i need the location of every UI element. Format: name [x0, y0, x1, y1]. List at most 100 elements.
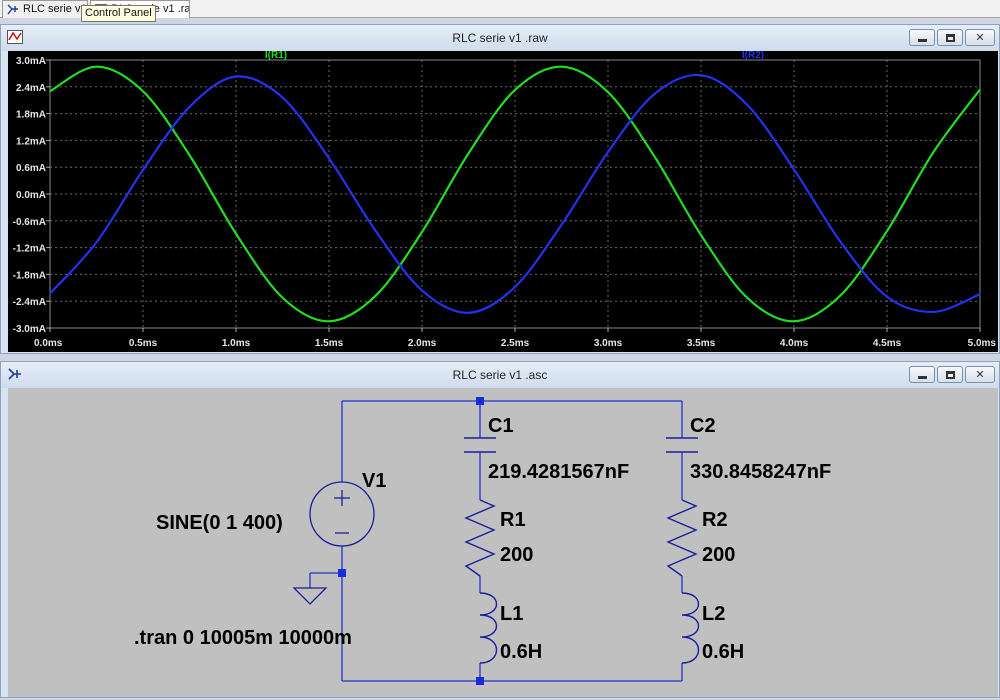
x-tick-label: 1.5ms [315, 338, 344, 349]
x-tick-label: 3.0ms [594, 338, 623, 349]
tab-label: RLC serie v1 .asc [23, 3, 87, 15]
data-point [793, 320, 795, 322]
tab-schematic[interactable]: RLC serie v1 .asc [2, 0, 88, 18]
maximize-icon [945, 370, 955, 379]
inductor-l1[interactable] [479, 592, 497, 664]
legend-label: I(R2) [742, 51, 764, 61]
close-button[interactable]: ✕ [965, 29, 995, 46]
wires [309, 400, 683, 682]
data-point [328, 157, 330, 159]
y-tick-label: 1.2mA [16, 136, 46, 147]
y-tick-label: -3.0mA [13, 324, 46, 335]
minimize-icon [917, 38, 927, 42]
data-point [839, 294, 842, 296]
spice-directive[interactable]: .tran 0 10005m 10000m [134, 627, 352, 649]
data-point [607, 91, 609, 93]
y-tick-label: 0.0mA [16, 190, 46, 201]
window-title: RLC serie v1 .asc [452, 368, 548, 382]
maximize-icon [945, 33, 955, 42]
capacitor-c2[interactable] [666, 437, 698, 453]
data-point [746, 297, 749, 299]
data-point [653, 155, 656, 158]
data-point [932, 151, 935, 153]
capacitor-c1[interactable] [464, 437, 496, 453]
l1-value: 0.6H [500, 641, 542, 663]
maximize-button[interactable] [937, 366, 963, 383]
resistor-r2[interactable] [666, 499, 698, 577]
x-tick-label: 4.0ms [780, 338, 809, 349]
ground-icon [292, 587, 328, 605]
minimize-button[interactable] [909, 366, 935, 383]
data-point [374, 295, 377, 297]
schematic-canvas[interactable]: V1 SINE(0 1 400) .tran 0 10005m 10000m C… [8, 388, 998, 697]
data-point [886, 296, 888, 298]
data-point [188, 106, 191, 108]
data-point [514, 89, 516, 91]
data-point [979, 88, 981, 91]
data-point [142, 90, 144, 92]
minimize-icon [917, 375, 927, 379]
r1-value: 200 [500, 544, 533, 566]
x-tick-label: 2.5ms [501, 338, 530, 349]
r2-name: R2 [702, 509, 728, 531]
data-point [188, 154, 191, 156]
data-point [49, 90, 51, 92]
x-tick-label: 2.0ms [408, 338, 437, 349]
resistor-r1[interactable] [464, 499, 496, 577]
data-point [793, 168, 795, 171]
data-point [746, 104, 749, 106]
y-tick-label: 3.0mA [16, 56, 46, 67]
data-point [700, 234, 702, 236]
data-point [374, 230, 377, 232]
data-point [886, 230, 888, 232]
data-point [421, 289, 423, 292]
close-icon: ✕ [975, 369, 985, 381]
data-point [49, 293, 51, 295]
minimize-button[interactable] [909, 29, 935, 46]
c2-value: 330.8458247nF [690, 461, 831, 483]
schematic-icon [7, 4, 18, 15]
close-icon: ✕ [975, 32, 985, 44]
junction-dot [338, 569, 346, 577]
data-point [95, 241, 98, 243]
data-point [281, 297, 284, 299]
schematic-titlebar[interactable]: RLC serie v1 .asc ✕ [1, 362, 999, 388]
l2-value: 0.6H [702, 641, 744, 663]
x-tick-label: 0.0ms [34, 338, 63, 349]
window-title: RLC serie v1 .raw [452, 31, 548, 45]
inductor-l2[interactable] [681, 592, 699, 664]
x-tick-label: 1.0ms [222, 338, 251, 349]
y-tick-label: 2.4mA [16, 83, 46, 94]
y-tick-label: -0.6mA [13, 217, 46, 228]
data-point [95, 66, 98, 68]
data-point [700, 74, 702, 76]
waveform-titlebar[interactable]: RLC serie v1 .raw ✕ [1, 25, 999, 51]
data-point [421, 231, 423, 233]
data-point [328, 320, 330, 322]
y-tick-label: 1.8mA [16, 110, 46, 121]
data-point [560, 224, 563, 226]
v1-name: V1 [362, 470, 386, 492]
junction-dot [476, 677, 484, 685]
maximize-button[interactable] [937, 29, 963, 46]
schematic-window: RLC serie v1 .asc ✕ V1 SINE(0 1 400) .tr… [0, 361, 1000, 698]
waveform-plot[interactable]: 3.0mA 2.4mA 1.8mA 1.2mA 0.6mA 0.0mA -0.6mA -1.2… [8, 51, 998, 352]
r1-name: R1 [500, 509, 526, 531]
data-point [607, 151, 609, 153]
x-tick-label: 0.5ms [129, 338, 158, 349]
x-tick-label: 4.5ms [873, 338, 902, 349]
y-tick-label: 0.6mA [16, 163, 46, 174]
data-point [839, 241, 842, 243]
close-button[interactable]: ✕ [965, 366, 995, 383]
v1-value: SINE(0 1 400) [156, 512, 283, 534]
l1-name: L1 [500, 603, 523, 625]
data-point [235, 75, 237, 78]
junction-dot [476, 397, 484, 405]
schematic-drawing[interactable]: V1 SINE(0 1 400) .tran 0 10005m 10000m C… [8, 388, 998, 697]
c1-value: 219.4281567nF [488, 461, 629, 483]
data-point [281, 96, 284, 99]
waveform-chart[interactable]: 3.0mA 2.4mA 1.8mA 1.2mA 0.6mA 0.0mA -0.6mA -1.2… [8, 51, 998, 352]
data-point [932, 311, 935, 313]
tooltip: Control Panel [81, 5, 156, 22]
r2-value: 200 [702, 544, 735, 566]
